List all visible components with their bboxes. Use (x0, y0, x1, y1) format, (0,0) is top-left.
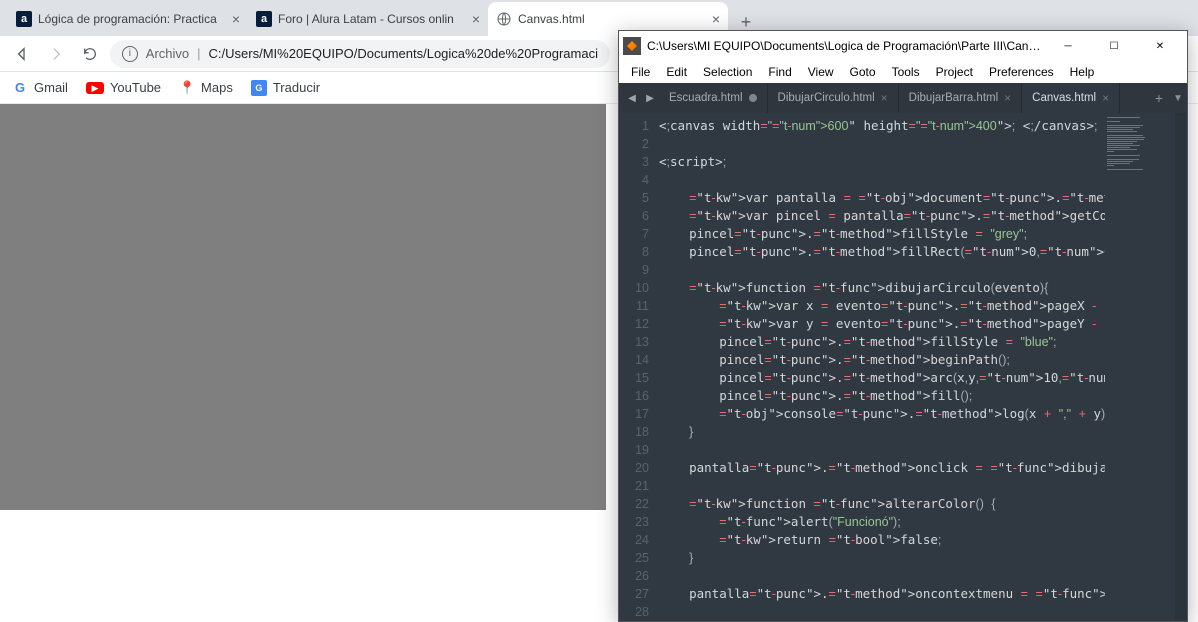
menu-tools[interactable]: Tools (884, 63, 928, 81)
line-gutter: 1234567891011121314151617181920212223242… (619, 113, 659, 621)
menu-edit[interactable]: Edit (658, 63, 695, 81)
menu-goto[interactable]: Goto (842, 63, 884, 81)
close-icon[interactable]: × (712, 11, 720, 27)
editor-tab-title: Escuadra.html (669, 92, 743, 104)
editor-tab[interactable]: DibujarBarra.html × (899, 83, 1023, 113)
editor-tab-active[interactable]: Canvas.html × (1022, 83, 1120, 113)
reload-button[interactable] (76, 40, 104, 68)
tab-scroll-left[interactable]: ◀ (623, 83, 641, 113)
bookmark-label: Maps (201, 80, 233, 95)
minimap[interactable] (1105, 113, 1175, 621)
tab-dropdown-icon[interactable]: ▼ (1169, 83, 1187, 113)
omnibox-label: Archivo (146, 46, 189, 61)
close-icon[interactable]: × (881, 91, 888, 105)
menu-file[interactable]: File (623, 63, 658, 81)
sublime-window: C:\Users\MI EQUIPO\Documents\Logica de P… (618, 30, 1188, 622)
editor-tab-title: Canvas.html (1032, 92, 1096, 104)
youtube-icon: ▶ (86, 82, 104, 94)
bookmark-maps[interactable]: 📍 Maps (179, 80, 233, 96)
sublime-menubar: File Edit Selection Find View Goto Tools… (619, 61, 1187, 83)
menu-preferences[interactable]: Preferences (981, 63, 1062, 81)
back-button[interactable] (8, 40, 36, 68)
editor-body: 1234567891011121314151617181920212223242… (619, 113, 1187, 621)
globe-icon (496, 11, 512, 27)
editor-tab[interactable]: Escuadra.html (659, 83, 768, 113)
info-icon: i (122, 46, 138, 62)
bookmark-label: YouTube (110, 80, 161, 95)
favicon-alura: a (256, 11, 272, 27)
bookmark-gmail[interactable]: G Gmail (12, 80, 68, 96)
maximize-button[interactable]: ☐ (1091, 31, 1137, 61)
close-icon[interactable]: × (1004, 91, 1011, 105)
canvas-element[interactable] (0, 104, 606, 510)
sublime-tabbar: ◀ ▶ Escuadra.html DibujarCirculo.html × … (619, 83, 1187, 113)
editor-tab[interactable]: DibujarCirculo.html × (768, 83, 899, 113)
bookmark-label: Traducir (273, 80, 320, 95)
chrome-tab[interactable]: a Foro | Alura Latam - Cursos onlin × (248, 2, 488, 36)
google-icon: G (12, 80, 28, 96)
menu-selection[interactable]: Selection (695, 63, 760, 81)
editor-tab-title: DibujarBarra.html (909, 92, 998, 104)
bookmark-youtube[interactable]: ▶ YouTube (86, 80, 161, 95)
close-icon[interactable]: × (472, 11, 480, 27)
sublime-title: C:\Users\MI EQUIPO\Documents\Logica de P… (647, 39, 1045, 53)
tab-scroll-right[interactable]: ▶ (641, 83, 659, 113)
favicon-alura: a (16, 11, 32, 27)
new-file-button[interactable]: + (1149, 83, 1169, 113)
menu-help[interactable]: Help (1062, 63, 1103, 81)
maps-icon: 📍 (179, 80, 195, 96)
forward-button[interactable] (42, 40, 70, 68)
menu-view[interactable]: View (800, 63, 842, 81)
code-editor[interactable]: <;canvas width="="t-num">600" height="="… (659, 113, 1105, 621)
bookmark-label: Gmail (34, 80, 68, 95)
chrome-tab-title: Foro | Alura Latam - Cursos onlin (278, 12, 466, 26)
close-icon[interactable]: × (232, 11, 240, 27)
chrome-tab[interactable]: a Lógica de programación: Practica × (8, 2, 248, 36)
sublime-icon (623, 37, 641, 55)
close-icon[interactable]: × (1102, 91, 1109, 105)
editor-tab-title: DibujarCirculo.html (778, 92, 875, 104)
omnibox[interactable]: i Archivo | C:/Users/MI%20EQUIPO/Documen… (110, 40, 610, 68)
translate-icon: G (251, 80, 267, 96)
minimize-button[interactable]: ─ (1045, 31, 1091, 61)
menu-find[interactable]: Find (760, 63, 799, 81)
close-button[interactable]: ✕ (1137, 31, 1183, 61)
omnibox-url: C:/Users/MI%20EQUIPO/Documents/Logica%20… (209, 46, 598, 61)
chrome-tab-title: Lógica de programación: Practica (38, 12, 226, 26)
dirty-indicator-icon (749, 94, 757, 102)
chrome-tab-title: Canvas.html (518, 12, 706, 26)
sublime-titlebar[interactable]: C:\Users\MI EQUIPO\Documents\Logica de P… (619, 31, 1187, 61)
separator: | (197, 46, 200, 61)
scrollbar-vertical[interactable] (1175, 113, 1187, 621)
menu-project[interactable]: Project (928, 63, 981, 81)
bookmark-translate[interactable]: G Traducir (251, 80, 320, 96)
